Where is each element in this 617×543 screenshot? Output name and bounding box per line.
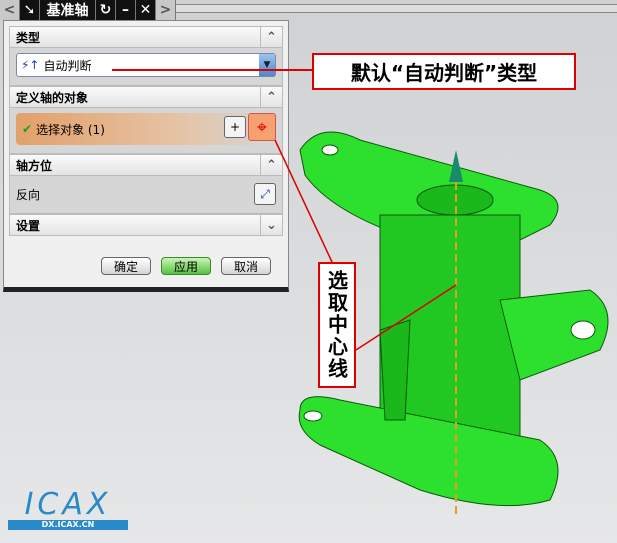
callout-default-type: 默认“自动判断”类型 bbox=[312, 53, 576, 90]
callout-select-center: 选取中心线 bbox=[318, 262, 356, 388]
icax-logo: ICAX DX.ICAX.CN bbox=[8, 490, 128, 535]
logo-mark: ICAX bbox=[24, 487, 112, 522]
